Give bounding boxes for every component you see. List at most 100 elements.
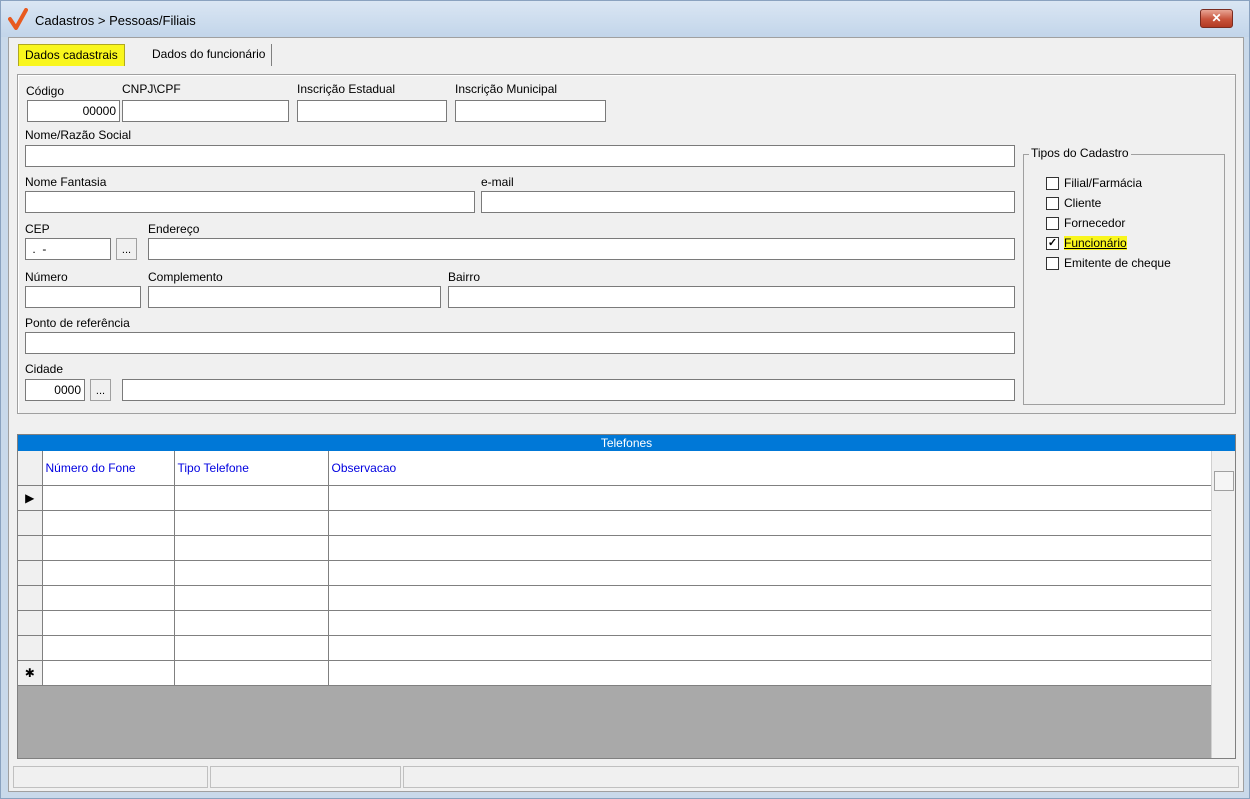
- cell-tipo[interactable]: [174, 585, 329, 611]
- current-row-arrow-icon: ▶: [18, 485, 43, 511]
- checkbox-box[interactable]: [1046, 256, 1059, 270]
- table-row[interactable]: [18, 510, 1212, 536]
- checkbox-funcionario[interactable]: ✓ Funcionário: [1046, 234, 1127, 252]
- column-header-numero[interactable]: Número do Fone: [42, 451, 175, 486]
- cell-numero[interactable]: [42, 535, 175, 561]
- grid-vertical-scrollbar[interactable]: [1211, 451, 1235, 758]
- checkbox-label: Funcionário: [1064, 236, 1127, 250]
- cell-numero[interactable]: [42, 635, 175, 661]
- cell-observacao[interactable]: [328, 635, 1212, 661]
- tab-dados-cadastrais[interactable]: Dados cadastrais: [18, 44, 125, 66]
- telefones-table: Número do Fone Tipo Telefone Observacao …: [18, 451, 1212, 686]
- cell-observacao[interactable]: [328, 585, 1212, 611]
- column-header-observacao[interactable]: Observacao: [328, 451, 1212, 486]
- telefones-caption: Telefones: [18, 435, 1235, 451]
- row-indicator: [18, 585, 43, 611]
- table-row[interactable]: [18, 560, 1212, 586]
- cell-tipo[interactable]: [174, 510, 329, 536]
- cell-tipo[interactable]: [174, 535, 329, 561]
- cell-numero[interactable]: [42, 510, 175, 536]
- numero-label: Número: [25, 270, 68, 284]
- cell-numero[interactable]: [42, 610, 175, 636]
- checkmark-icon[interactable]: ✓: [1046, 236, 1059, 250]
- cnpj-field[interactable]: [122, 100, 289, 122]
- checkbox-box[interactable]: [1046, 216, 1059, 230]
- status-panel-3: [403, 766, 1239, 788]
- codigo-field[interactable]: 00000: [27, 100, 120, 122]
- cell-observacao[interactable]: [328, 535, 1212, 561]
- checkbox-cliente[interactable]: Cliente: [1046, 194, 1101, 212]
- close-button[interactable]: ✕: [1200, 9, 1233, 28]
- table-row[interactable]: ▶: [18, 485, 1212, 511]
- checkbox-label: Fornecedor: [1064, 216, 1126, 230]
- cell-tipo[interactable]: [174, 560, 329, 586]
- telefones-grid: Telefones Número do Fone Tipo Telefone O…: [17, 434, 1236, 759]
- cell-tipo[interactable]: [174, 635, 329, 661]
- row-indicator: [18, 510, 43, 536]
- insc-estadual-field[interactable]: [297, 100, 447, 122]
- numero-field[interactable]: [25, 286, 141, 308]
- cep-field[interactable]: . -: [25, 238, 111, 260]
- cell-observacao[interactable]: [328, 560, 1212, 586]
- nome-fantasia-label: Nome Fantasia: [25, 175, 107, 189]
- cell-numero[interactable]: [42, 485, 175, 511]
- checkbox-fornecedor[interactable]: Fornecedor: [1046, 214, 1125, 232]
- cidade-code-field[interactable]: 0000: [25, 379, 85, 401]
- cell-tipo[interactable]: [174, 610, 329, 636]
- scrollbar-thumb[interactable]: [1214, 471, 1234, 491]
- cell-numero[interactable]: [42, 660, 175, 686]
- email-field[interactable]: [481, 191, 1015, 213]
- cidade-name-field[interactable]: [122, 379, 1015, 401]
- column-header-tipo[interactable]: Tipo Telefone: [174, 451, 329, 486]
- cep-label: CEP: [25, 222, 50, 236]
- bairro-label: Bairro: [448, 270, 481, 284]
- tab-dados-funcionario[interactable]: Dados do funcionário: [146, 44, 273, 66]
- cell-tipo[interactable]: [174, 485, 329, 511]
- checkmark-app-icon: [8, 8, 28, 30]
- complemento-field[interactable]: [148, 286, 441, 308]
- insc-municipal-label: Inscrição Municipal: [455, 82, 558, 96]
- checkbox-box[interactable]: [1046, 176, 1059, 190]
- cell-observacao[interactable]: [328, 660, 1212, 686]
- endereco-field[interactable]: [148, 238, 1015, 260]
- complemento-label: Complemento: [148, 270, 223, 284]
- app-window: Cadastros > Pessoas/Filiais ✕ Dados cada…: [0, 0, 1250, 799]
- cell-tipo[interactable]: [174, 660, 329, 686]
- cell-observacao[interactable]: [328, 510, 1212, 536]
- nome-razao-field[interactable]: [25, 145, 1015, 167]
- endereco-label: Endereço: [148, 222, 200, 236]
- row-indicator: [18, 560, 43, 586]
- cell-observacao[interactable]: [328, 485, 1212, 511]
- nome-razao-label: Nome/Razão Social: [25, 128, 132, 142]
- checkbox-label: Filial/Farmácia: [1064, 176, 1143, 190]
- header-row: Número do Fone Tipo Telefone Observacao: [18, 451, 1212, 486]
- table-row[interactable]: [18, 535, 1212, 561]
- ponto-ref-field[interactable]: [25, 332, 1015, 354]
- insc-estadual-label: Inscrição Estadual: [297, 82, 396, 96]
- ponto-ref-label: Ponto de referência: [25, 316, 130, 330]
- tipos-cadastro-title: Tipos do Cadastro: [1029, 146, 1131, 160]
- client-area: Dados cadastrais Dados do funcionário Có…: [8, 37, 1244, 792]
- cell-numero[interactable]: [42, 560, 175, 586]
- checkbox-box[interactable]: [1046, 196, 1059, 210]
- cidade-label: Cidade: [25, 362, 64, 376]
- cidade-lookup-button[interactable]: ...: [90, 379, 111, 401]
- cell-observacao[interactable]: [328, 610, 1212, 636]
- new-row[interactable]: ✱: [18, 660, 1212, 686]
- cell-numero[interactable]: [42, 585, 175, 611]
- bairro-field[interactable]: [448, 286, 1015, 308]
- row-indicator: [18, 535, 43, 561]
- status-panel-2: [210, 766, 401, 788]
- checkbox-filial-farmacia[interactable]: Filial/Farmácia: [1046, 174, 1142, 192]
- insc-municipal-field[interactable]: [455, 100, 606, 122]
- nome-fantasia-field[interactable]: [25, 191, 475, 213]
- table-row[interactable]: [18, 635, 1212, 661]
- title-bar: Cadastros > Pessoas/Filiais ✕: [1, 1, 1249, 37]
- email-label: e-mail: [481, 175, 514, 189]
- row-indicator: [18, 610, 43, 636]
- checkbox-emitente-cheque[interactable]: Emitente de cheque: [1046, 254, 1171, 272]
- cep-lookup-button[interactable]: ...: [116, 238, 137, 260]
- table-row[interactable]: [18, 610, 1212, 636]
- table-row[interactable]: [18, 585, 1212, 611]
- row-indicator-header: [18, 451, 43, 486]
